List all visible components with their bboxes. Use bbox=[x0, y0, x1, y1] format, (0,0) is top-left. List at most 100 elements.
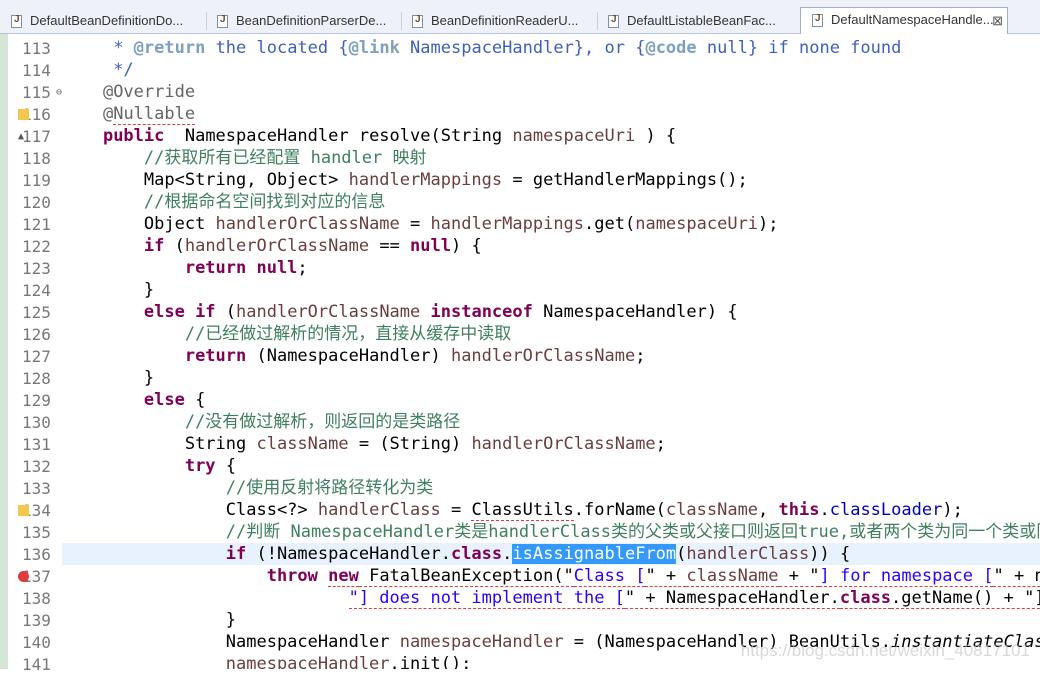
code-token: ( bbox=[164, 236, 185, 256]
code-line[interactable]: Map<String, Object> handlerMappings = ge… bbox=[62, 169, 748, 191]
code-token: + " bbox=[778, 566, 820, 587]
code-line[interactable]: "] does not implement the [" + Namespace… bbox=[62, 587, 1040, 609]
code-line[interactable]: } bbox=[62, 279, 154, 301]
code-line[interactable]: String className = (String) handlerOrCla… bbox=[62, 433, 666, 455]
code-token: the located { bbox=[205, 38, 349, 58]
code-token: Class<?> bbox=[225, 500, 318, 520]
code-line[interactable]: * @return the located {@link NamespaceHa… bbox=[62, 37, 901, 59]
editor-tab-bar: DefaultBeanDefinitionDo... BeanDefinitio… bbox=[0, 0, 1040, 34]
code-line[interactable]: @Override bbox=[62, 81, 195, 103]
code-token: ; bbox=[655, 434, 666, 454]
code-token: classLoader bbox=[829, 500, 943, 520]
watermark: https://blog.csdn.net/weixin_40817101 bbox=[740, 641, 1030, 660]
code-token: } bbox=[143, 280, 155, 300]
code-token: .get( bbox=[584, 214, 636, 234]
code-line[interactable]: return (NamespaceHandler) handlerOrClass… bbox=[62, 345, 646, 367]
code-token: handlerOrClassName bbox=[215, 214, 400, 234]
code-line[interactable]: //获取所有已经配置 handler 映射 bbox=[62, 147, 427, 169]
code-line[interactable]: public NamespaceHandler resolve(String n… bbox=[62, 125, 676, 147]
code-line[interactable]: if (!NamespaceHandler.class.isAssignable… bbox=[62, 543, 850, 565]
code-line[interactable]: } bbox=[62, 609, 236, 631]
code-line[interactable]: Class<?> handlerClass = ClassUtils.forNa… bbox=[62, 499, 963, 521]
code-token: new bbox=[328, 566, 359, 587]
warning-marker-icon[interactable] bbox=[18, 505, 29, 516]
line-number: 138 bbox=[22, 589, 51, 608]
code-line[interactable]: //根据命名空间找到对应的信息 bbox=[62, 191, 385, 213]
code-line[interactable]: else if (handlerOrClassName instanceof N… bbox=[62, 301, 738, 323]
line-number: 124 bbox=[22, 281, 51, 300]
code-token: @ bbox=[102, 104, 114, 124]
code-line[interactable]: return null; bbox=[62, 257, 308, 279]
code-line[interactable]: } bbox=[62, 367, 154, 389]
code-editor[interactable]: * @return the located {@link NamespaceHa… bbox=[62, 34, 1040, 669]
code-token: className bbox=[256, 434, 349, 454]
line-number: 123 bbox=[22, 259, 51, 278]
code-token: //获取所有已经配置 handler 映射 bbox=[143, 148, 427, 168]
editor-tab[interactable]: DefaultListableBeanFac... bbox=[597, 9, 792, 34]
code-token: " + bbox=[645, 566, 687, 587]
code-token: else if bbox=[143, 302, 216, 322]
code-token: ] for namespace [ bbox=[819, 566, 994, 587]
code-line[interactable]: else { bbox=[62, 389, 205, 411]
code-line[interactable]: namespaceHandler.init(); bbox=[62, 653, 472, 669]
editor-tab-active[interactable]: DefaultNamespaceHandle... ⊠ bbox=[800, 7, 1008, 34]
code-token: handlerClass bbox=[317, 500, 441, 520]
code-token: //根据命名空间找到对应的信息 bbox=[143, 192, 386, 212]
code-line[interactable]: @Nullable bbox=[62, 103, 196, 125]
editor-tab[interactable]: BeanDefinitionParserDe... bbox=[206, 9, 400, 34]
override-marker-icon[interactable]: ▲ bbox=[18, 131, 24, 142]
editor-tab[interactable]: DefaultBeanDefinitionDo... bbox=[0, 9, 205, 34]
code-token: NamespaceHandler bbox=[225, 632, 400, 652]
code-token: = bbox=[440, 500, 472, 520]
tab-label: BeanDefinitionParserDe... bbox=[236, 13, 387, 28]
code-token: { bbox=[215, 456, 237, 476]
code-line[interactable]: Object handlerOrClassName = handlerMappi… bbox=[62, 213, 779, 235]
code-line[interactable]: throw new FatalBeanException("Class [" +… bbox=[62, 565, 1040, 587]
code-token: FatalBeanException(" bbox=[358, 566, 574, 587]
code-line[interactable]: //判断 NamespaceHandler类是handlerClass类的父类或… bbox=[62, 521, 1040, 543]
code-line[interactable]: */ bbox=[62, 59, 133, 81]
code-token: if bbox=[143, 236, 165, 256]
code-line[interactable]: //已经做过解析的情况，直接从缓存中读取 bbox=[62, 323, 511, 345]
code-token: ; bbox=[297, 258, 308, 278]
code-line[interactable]: if (handlerOrClassName == null) { bbox=[62, 235, 482, 257]
code-token: Object bbox=[143, 214, 216, 234]
code-line[interactable]: //没有做过解析，则返回的是类路径 bbox=[62, 411, 460, 433]
code-token: className bbox=[665, 500, 759, 520]
code-line[interactable]: try { bbox=[62, 455, 236, 477]
line-number: 114 bbox=[22, 61, 51, 80]
editor-tab[interactable]: BeanDefinitionReaderU... bbox=[401, 9, 596, 34]
code-token: @Override bbox=[102, 82, 196, 102]
code-token: (NamespaceHandler) bbox=[246, 346, 451, 366]
line-number: 139 bbox=[22, 611, 51, 630]
code-token: public bbox=[102, 126, 165, 146]
code-token: handlerMappings bbox=[430, 214, 585, 234]
line-number: 122 bbox=[22, 237, 51, 256]
code-line[interactable]: //使用反射将路径转化为类 bbox=[62, 477, 433, 499]
warning-marker-icon[interactable] bbox=[18, 109, 29, 120]
line-number: 128 bbox=[22, 369, 51, 388]
line-number: 121 bbox=[22, 215, 51, 234]
code-token: .getName() + "] i bbox=[891, 588, 1040, 609]
error-marker-icon[interactable] bbox=[18, 571, 29, 582]
close-tab-icon[interactable]: ⊠ bbox=[992, 13, 1003, 29]
code-token: "] does not implement the [ bbox=[348, 588, 625, 609]
